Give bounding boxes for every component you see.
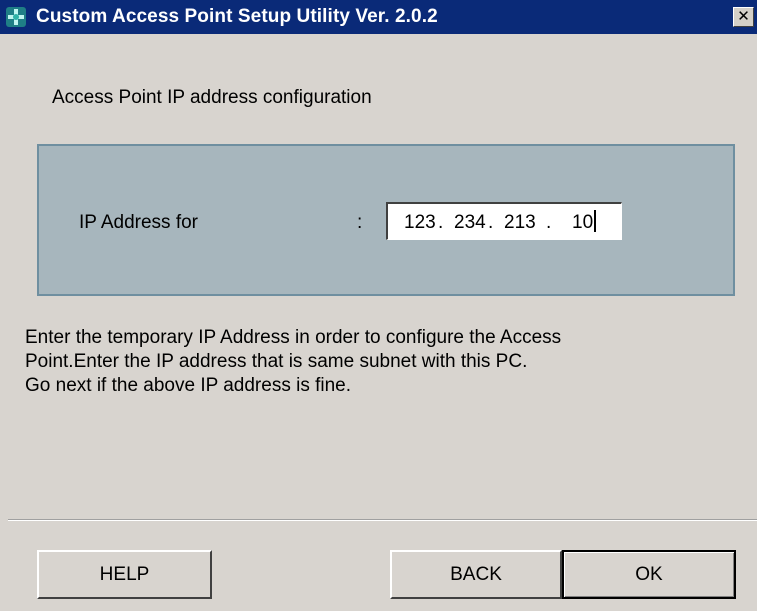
setup-utility-window: Custom Access Point Setup Utility Ver. 2…	[0, 0, 757, 611]
page-heading: Access Point IP address configuration	[52, 87, 372, 108]
app-icon[interactable]	[6, 7, 26, 27]
close-button[interactable]: ✕	[733, 7, 754, 27]
ip-colon: :	[357, 212, 363, 233]
help-button[interactable]: HELP	[37, 550, 212, 599]
ip-dot-2: .	[488, 212, 494, 233]
instructions-text: Enter the temporary IP Address in order …	[25, 326, 561, 398]
window-title: Custom Access Point Setup Utility Ver. 2…	[36, 6, 438, 27]
text-caret	[594, 210, 596, 232]
ok-button[interactable]: OK	[562, 550, 736, 599]
instructions-line-1: Enter the temporary IP Address in order …	[25, 327, 562, 348]
ip-dot-3: .	[546, 212, 552, 233]
ip-octet-3[interactable]: 213	[504, 212, 536, 234]
instructions-line-2: Point.Enter the IP address that is same …	[25, 351, 528, 372]
ip-address-label: IP Address for	[79, 212, 198, 233]
instructions-line-3: Go next if the above IP address is fine.	[25, 375, 352, 396]
ip-octet-2[interactable]: 234	[454, 212, 486, 234]
close-icon: ✕	[737, 8, 750, 25]
ip-octet-1[interactable]: 123	[404, 212, 436, 234]
ip-address-field[interactable]: 123 . 234 . 213 . 10	[386, 202, 622, 240]
ip-config-panel: IP Address for : 123 . 234 . 213 . 10	[37, 144, 735, 296]
ip-octet-4[interactable]: 10	[572, 212, 593, 234]
back-button[interactable]: BACK	[390, 550, 562, 599]
ip-dot-1: .	[438, 212, 444, 233]
title-bar[interactable]: Custom Access Point Setup Utility Ver. 2…	[0, 0, 757, 34]
footer-separator	[8, 519, 757, 521]
